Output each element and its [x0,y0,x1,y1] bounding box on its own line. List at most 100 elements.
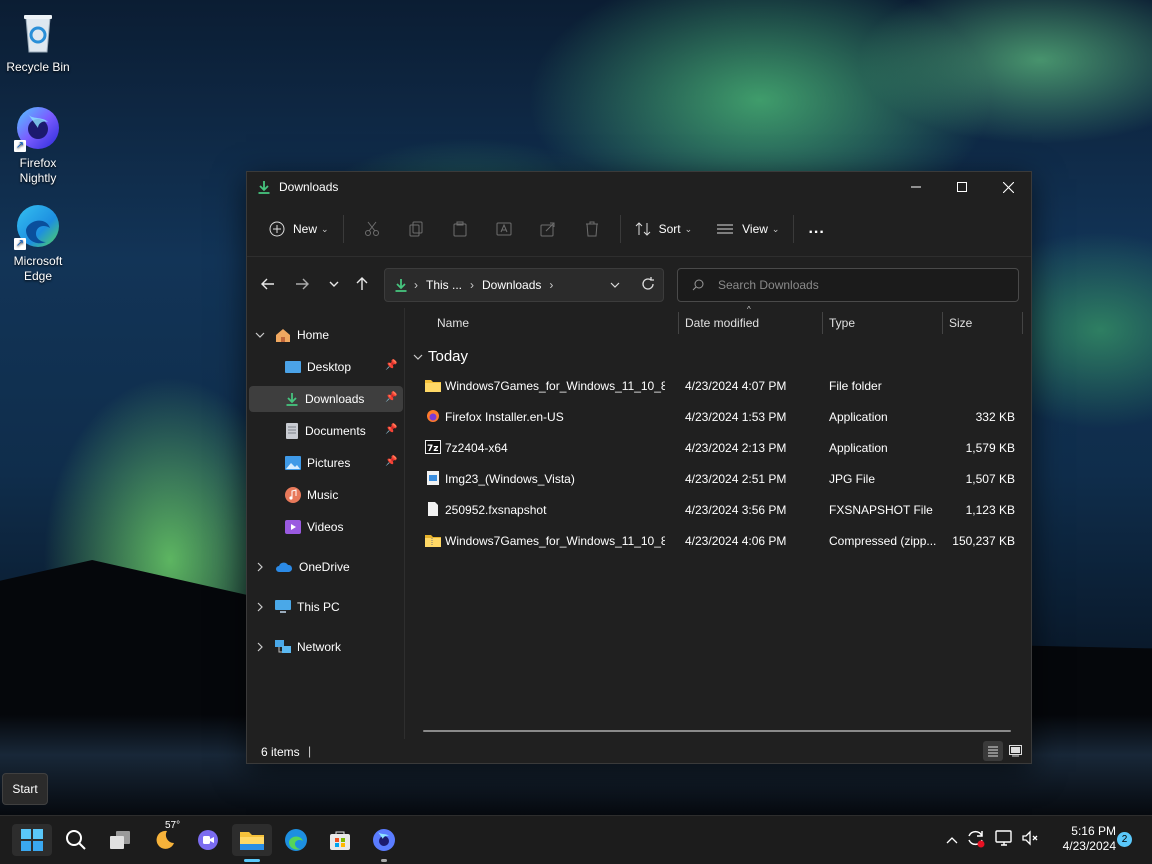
column-header-name[interactable]: Name [437,308,469,338]
rename-icon[interactable] [496,221,512,237]
column-divider[interactable] [822,312,823,334]
clock[interactable]: 5:16 PM 4/23/2024 [1048,824,1116,856]
up-button[interactable] [347,269,377,299]
address-bar[interactable]: › This ... › Downloads › [384,268,664,302]
file-explorer-taskbar-button[interactable] [232,824,272,862]
more-options-button[interactable]: ... [800,213,832,245]
sidebar-item-network[interactable]: Network [255,634,395,660]
task-view-button[interactable] [100,824,140,856]
back-button[interactable] [253,269,283,299]
refresh-icon[interactable] [641,277,655,291]
taskbar-search-button[interactable] [56,824,96,856]
column-header-size[interactable]: Size [949,308,972,338]
firefox-nightly-taskbar-button[interactable] [364,824,404,862]
share-icon[interactable] [540,221,556,237]
copy-icon[interactable] [408,221,424,237]
image-file-icon [427,471,439,485]
paste-icon[interactable] [452,221,468,237]
toolbar-divider [342,215,344,243]
column-divider[interactable] [942,312,943,334]
column-divider[interactable] [678,312,679,334]
column-header-type[interactable]: Type [829,308,855,338]
address-dropdown-icon[interactable] [610,280,620,290]
command-bar: New ⌄ Sort ⌄ View ⌄ ... [247,202,1031,257]
start-button[interactable] [12,824,52,856]
sidebar-item-desktop[interactable]: Desktop 📌 [285,354,403,380]
pin-icon[interactable]: 📌 [385,392,397,404]
column-header-date[interactable]: Date modified [685,308,759,338]
file-row[interactable]: Windows7Games_for_Windows_11_10_8 4/23/2… [405,370,1031,401]
arrow-left-icon [261,278,274,290]
downloads-icon [395,279,407,292]
title-bar[interactable]: Downloads [247,172,1031,202]
column-divider[interactable] [1022,312,1023,334]
svg-text:7z: 7z [427,444,439,454]
sort-button[interactable]: Sort ⌄ [627,213,701,245]
chevron-right-icon: › [414,278,418,292]
file-row[interactable]: 7z 7z2404-x64 4/23/2024 2:13 PM Applicat… [405,432,1031,463]
sidebar-item-documents[interactable]: Documents 📌 [285,418,403,444]
notification-badge[interactable]: 2 [1117,832,1132,847]
sidebar-item-home[interactable]: Home [255,322,395,348]
search-placeholder: Search Downloads [718,278,819,292]
new-button[interactable]: New ⌄ [261,213,337,245]
computer-icon [275,600,291,613]
desktop-icon-recycle-bin[interactable]: Recycle Bin [0,8,76,75]
onedrive-icon [276,562,293,572]
edge-taskbar-button[interactable] [276,824,316,856]
clock-time: 5:16 PM [1071,824,1116,838]
network-monitor-icon [995,830,1012,846]
sync-status-button[interactable] [966,828,988,850]
sidebar-item-pictures[interactable]: Pictures 📌 [285,450,403,476]
maximize-icon [957,182,967,192]
sidebar-item-onedrive[interactable]: OneDrive [255,554,395,580]
file-row[interactable]: Img23_(Windows_Vista) 4/23/2024 2:51 PM … [405,463,1031,494]
downloads-icon [286,393,298,406]
teams-chat-button[interactable] [188,824,228,856]
sidebar-item-downloads[interactable]: Downloads 📌 [249,386,403,412]
forward-button[interactable] [287,269,317,299]
sidebar-item-music[interactable]: Music [285,482,403,508]
firefox-nightly-icon: ↗ [14,104,62,152]
group-header-today[interactable]: Today [413,348,468,365]
horizontal-scrollbar[interactable] [423,730,1011,732]
item-count: 6 items [261,745,300,759]
desktop-icon-microsoft-edge[interactable]: ↗ Microsoft Edge [0,202,76,284]
file-row[interactable]: 250952.fxsnapshot 4/23/2024 3:56 PM FXSN… [405,494,1031,525]
search-box[interactable]: Search Downloads [677,268,1019,302]
maximize-button[interactable] [939,172,985,202]
pin-icon[interactable]: 📌 [385,424,397,436]
start-tooltip: Start [2,773,48,805]
view-button[interactable]: View ⌄ [708,213,787,245]
breadcrumb-downloads[interactable]: Downloads [482,278,541,292]
file-row[interactable]: Firefox Installer.en-US 4/23/2024 1:53 P… [405,401,1031,432]
network-status-button[interactable] [994,828,1016,850]
chevron-down-icon [413,354,423,360]
microsoft-store-button[interactable] [320,824,360,856]
music-icon [285,487,301,503]
recent-locations-button[interactable] [319,269,349,299]
volume-button[interactable] [1020,828,1042,850]
desktop-icon-firefox-nightly[interactable]: ↗ Firefox Nightly [0,104,76,186]
show-hidden-icons-button[interactable] [942,830,962,850]
chevron-down-icon [255,332,265,338]
pin-icon[interactable]: 📌 [385,360,397,372]
tiles-view-button[interactable] [1005,741,1025,761]
downloads-icon [258,181,270,194]
pin-icon[interactable]: 📌 [385,456,397,468]
sidebar-item-videos[interactable]: Videos [285,514,403,540]
delete-icon[interactable] [584,221,600,237]
close-button[interactable] [985,172,1031,202]
chevron-down-icon [329,281,339,287]
file-row[interactable]: Windows7Games_for_Windows_11_10_8 4/23/2… [405,525,1031,556]
minimize-button[interactable] [893,172,939,202]
breadcrumb-this-pc[interactable]: This ... [426,278,462,292]
sidebar-item-this-pc[interactable]: This PC [255,594,395,620]
widgets-button[interactable]: 57° [144,820,184,856]
recycle-bin-icon [14,8,62,56]
details-view-button[interactable] [983,741,1003,761]
minimize-icon [911,186,921,188]
cut-icon[interactable] [364,221,380,237]
chevron-right-icon [257,562,263,572]
windows-logo-icon [21,829,43,851]
